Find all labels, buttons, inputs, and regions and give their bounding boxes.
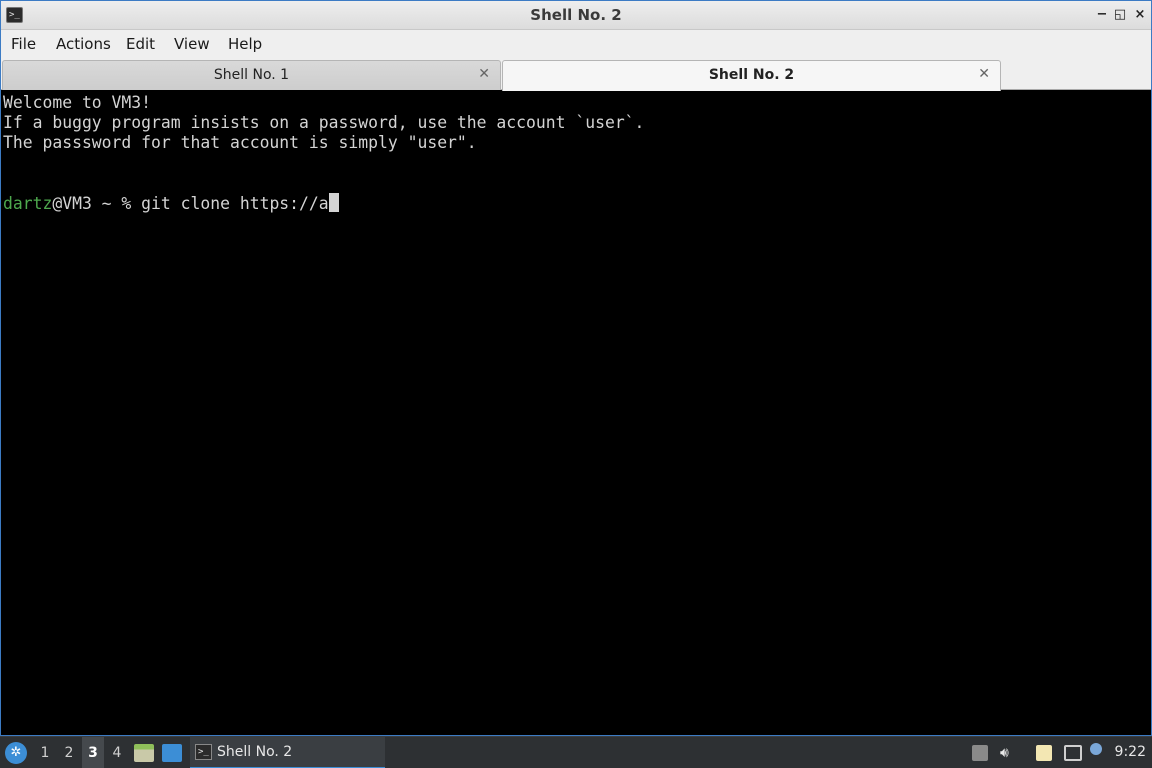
menu-file[interactable]: File [11, 35, 36, 53]
network-icon[interactable] [1064, 745, 1082, 761]
tab-shell-2[interactable]: Shell No. 2 ✕ [502, 60, 1001, 91]
command-input[interactable]: git clone https://a [141, 194, 329, 213]
terminal-line: The passsword for that account is simply… [3, 133, 477, 152]
workspace-4[interactable]: 4 [106, 737, 128, 768]
workspace-3[interactable]: 3 [82, 737, 104, 768]
title-bar[interactable]: >_ Shell No. 2 − ◱ × [1, 1, 1151, 30]
prompt-host: @VM3 ~ % [52, 194, 142, 213]
notes-tray-icon[interactable] [1036, 745, 1052, 761]
start-menu-icon[interactable]: ✲ [5, 742, 27, 764]
prompt-line: dartz@VM3 ~ % git clone https://a [3, 193, 339, 214]
task-label: Shell No. 2 [217, 744, 293, 760]
minimize-button[interactable]: − [1093, 6, 1111, 24]
tab-close-icon[interactable]: ✕ [478, 66, 490, 82]
terminal-line: If a buggy program insists on a password… [3, 113, 645, 132]
close-button[interactable]: × [1131, 6, 1149, 24]
terminal-app-icon: >_ [195, 744, 212, 760]
clock[interactable]: 9:22 [1115, 744, 1146, 760]
tab-label: Shell No. 1 [213, 67, 290, 83]
tab-close-icon[interactable]: ✕ [978, 66, 990, 82]
menu-view[interactable]: View [174, 35, 210, 53]
terminal-line: Welcome to VM3! [3, 93, 152, 112]
file-manager-icon[interactable] [134, 744, 154, 762]
show-desktop-icon[interactable] [162, 744, 182, 762]
tab-shell-1[interactable]: Shell No. 1 ✕ [2, 60, 501, 90]
terminal-window: >_ Shell No. 2 − ◱ × File Actions Edit V… [0, 0, 1152, 736]
taskbar: ✲ 1 2 3 4 >_ Shell No. 2 🔊︎ 9:22 [0, 736, 1152, 768]
text-cursor [328, 193, 339, 212]
tab-bar: Shell No. 1 ✕ Shell No. 2 ✕ [1, 58, 1151, 91]
taskbar-task-shell[interactable]: >_ Shell No. 2 [190, 737, 385, 768]
notification-icon[interactable] [1090, 743, 1102, 755]
menu-edit[interactable]: Edit [126, 35, 155, 53]
volume-icon[interactable]: 🔊︎ [1000, 745, 1016, 761]
menu-actions[interactable]: Actions [56, 35, 111, 53]
workspace-1[interactable]: 1 [34, 737, 56, 768]
window-title: Shell No. 2 [530, 6, 622, 24]
maximize-button[interactable]: ◱ [1111, 6, 1129, 24]
prompt-user: dartz [3, 194, 53, 213]
workspace-2[interactable]: 2 [58, 737, 80, 768]
menu-bar: File Actions Edit View Help [1, 30, 1151, 58]
clipboard-tray-icon[interactable] [972, 745, 988, 761]
terminal-output[interactable]: Welcome to VM3! If a buggy program insis… [2, 92, 1150, 735]
tab-label: Shell No. 2 [708, 67, 795, 83]
menu-help[interactable]: Help [228, 35, 262, 53]
